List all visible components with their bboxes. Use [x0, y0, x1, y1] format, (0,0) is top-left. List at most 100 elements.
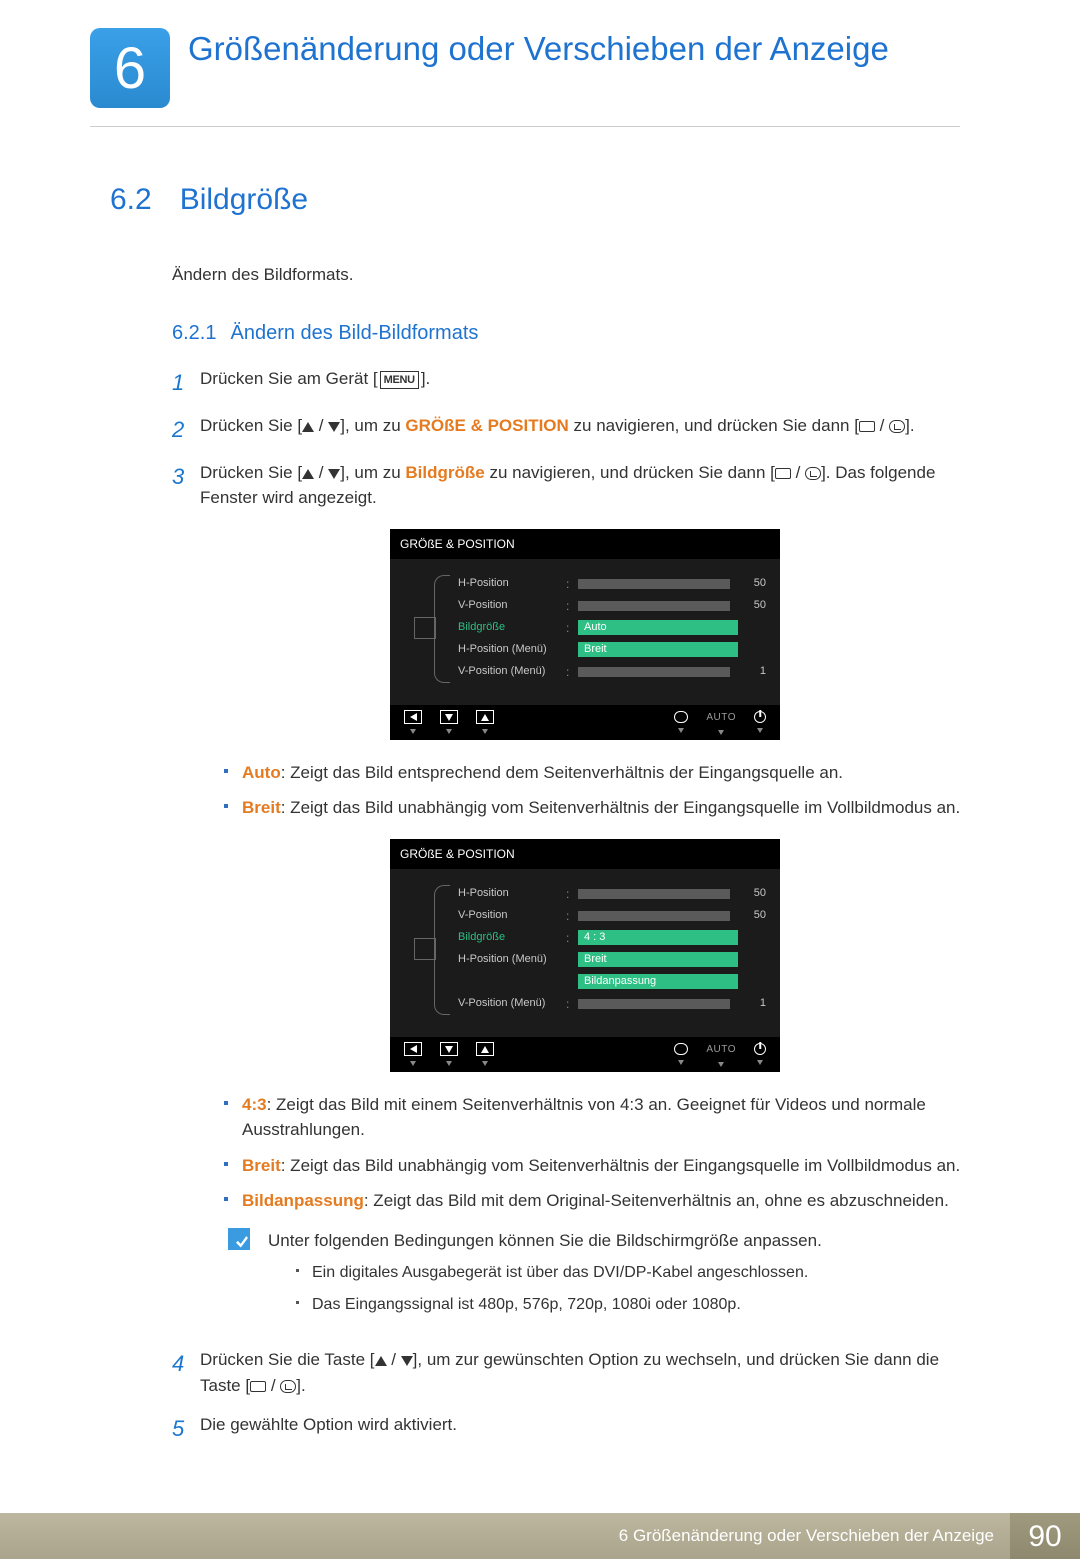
step-1: 1 Drücken Sie am Gerät [MENU].	[172, 366, 970, 399]
option-auto: Auto: Zeigt das Bild entsprechend dem Se…	[220, 760, 970, 786]
step-text: ], um zu	[340, 416, 405, 435]
step-text: ].	[296, 1376, 305, 1395]
osd-row-bildgroesse: Bildgröße: 4 : 3	[446, 927, 766, 949]
osd-up-icon	[476, 1042, 494, 1056]
arrow-up-icon	[302, 469, 314, 479]
osd-down-icon	[440, 710, 458, 724]
section-title: Bildgröße	[180, 177, 308, 222]
step-text: Drücken Sie am Gerät [	[200, 369, 378, 388]
osd-slider	[578, 579, 730, 589]
arrow-down-icon	[401, 1356, 413, 1366]
osd-option-selected: 4 : 3	[578, 930, 738, 945]
osd-row-hposition-menu: H-Position (Menü) Breit	[446, 639, 766, 661]
enter-icon	[889, 420, 905, 433]
step-text: Drücken Sie [	[200, 463, 302, 482]
step-number: 3	[172, 460, 200, 493]
subsection-heading: 6.2.1 Ändern des Bild-Bildformats	[172, 318, 970, 348]
enter-icon	[280, 1380, 296, 1393]
section-heading: 6.2 Bildgröße	[110, 177, 970, 222]
chapter-header: 6 Größenänderung oder Verschieben der An…	[0, 0, 1080, 108]
osd-option: Breit	[578, 642, 738, 657]
osd-option: Bildanpassung	[578, 974, 738, 989]
osd-row-vposition: V-Position: 50	[446, 905, 766, 927]
osd-back-icon	[404, 710, 422, 724]
arrow-up-icon	[375, 1356, 387, 1366]
note-item: Ein digitales Ausgabegerät ist über das …	[292, 1261, 822, 1285]
osd-bracket	[434, 575, 450, 683]
osd-footer: AUTO	[390, 705, 780, 740]
osd-panel-1: GRÖßE & POSITION H-Position: 50	[390, 529, 780, 740]
osd-label: V-Position (Menü)	[446, 995, 566, 1012]
osd-auto-label: AUTO	[706, 1042, 736, 1057]
osd-slider	[578, 911, 730, 921]
menu-icon: MENU	[380, 371, 419, 390]
osd-label: H-Position (Menü)	[446, 641, 566, 658]
osd-label: V-Position	[446, 597, 566, 614]
chapter-title: Größenänderung oder Verschieben der Anze…	[188, 28, 889, 69]
osd-row-hposition: H-Position: 50	[446, 883, 766, 905]
step-5: 5 Die gewählte Option wird aktiviert.	[172, 1412, 970, 1445]
osd-panel-2: GRÖßE & POSITION H-Position: 50	[390, 839, 780, 1072]
arrow-down-icon	[328, 469, 340, 479]
osd-title: GRÖßE & POSITION	[390, 529, 780, 559]
step-number: 1	[172, 366, 200, 399]
osd-enter-icon	[674, 1043, 688, 1055]
osd-row-opt3: Bildanpassung	[446, 971, 766, 993]
page-footer: 6 Größenänderung oder Verschieben der An…	[0, 1513, 1080, 1559]
osd-label: H-Position (Menü)	[446, 951, 566, 968]
option-text: : Zeigt das Bild unabhängig vom Seitenve…	[281, 798, 960, 817]
osd-value: 50	[738, 575, 766, 592]
section-intro: Ändern des Bildformats.	[172, 262, 970, 288]
step-number: 2	[172, 413, 200, 446]
osd-label: H-Position	[446, 575, 566, 592]
source-icon	[859, 421, 875, 432]
osd-value: 50	[738, 885, 766, 902]
osd-auto-label: AUTO	[706, 710, 736, 725]
keyword: GRÖßE & POSITION	[405, 416, 568, 435]
step-text: ].	[421, 369, 430, 388]
step-3: 3 Drücken Sie [ / ], um zu Bildgröße zu …	[172, 460, 970, 1334]
osd-row-vposition: V-Position: 50	[446, 595, 766, 617]
osd-slider	[578, 667, 730, 677]
osd-row-vposition-menu: V-Position (Menü): 1	[446, 661, 766, 683]
arrow-down-icon	[328, 422, 340, 432]
option-term: Bildanpassung	[242, 1191, 364, 1210]
arrow-up-icon	[302, 422, 314, 432]
osd-value: 1	[738, 663, 766, 680]
note-item: Das Eingangssignal ist 480p, 576p, 720p,…	[292, 1293, 822, 1317]
option-term: Breit	[242, 798, 281, 817]
source-icon	[775, 468, 791, 479]
osd-bracket	[434, 885, 450, 1015]
footer-text: 6 Größenänderung oder Verschieben der An…	[619, 1523, 994, 1549]
osd-label: V-Position (Menü)	[446, 663, 566, 680]
option-breit: Breit: Zeigt das Bild unabhängig vom Sei…	[220, 1153, 970, 1179]
osd-option-selected: Auto	[578, 620, 738, 635]
step-number: 5	[172, 1412, 200, 1445]
osd-value: 50	[738, 597, 766, 614]
osd-label: V-Position	[446, 907, 566, 924]
osd-up-icon	[476, 710, 494, 724]
option-breit: Breit: Zeigt das Bild unabhängig vom Sei…	[220, 795, 970, 821]
step-4: 4 Drücken Sie die Taste [ / ], um zur ge…	[172, 1347, 970, 1398]
step-text: Drücken Sie die Taste [	[200, 1350, 375, 1369]
option-term: Auto	[242, 763, 281, 782]
option-text: : Zeigt das Bild entsprechend dem Seiten…	[281, 763, 843, 782]
step-text: ].	[905, 416, 914, 435]
step-text: Die gewählte Option wird aktiviert.	[200, 1412, 970, 1438]
option-term: Breit	[242, 1156, 281, 1175]
osd-label: Bildgröße	[446, 929, 566, 946]
osd-row-hposition: H-Position: 50	[446, 573, 766, 595]
keyword: Bildgröße	[405, 463, 484, 482]
osd-label: Bildgröße	[446, 619, 566, 636]
osd-category-icon	[414, 617, 436, 639]
step-text: Drücken Sie [	[200, 416, 302, 435]
chapter-number-badge: 6	[90, 28, 170, 108]
osd-enter-icon	[674, 711, 688, 723]
source-icon	[250, 1381, 266, 1392]
note-block: Unter folgenden Bedingungen können Sie d…	[228, 1228, 970, 1326]
enter-icon	[805, 467, 821, 480]
osd-footer: AUTO	[390, 1037, 780, 1072]
note-icon	[228, 1228, 250, 1250]
osd-row-bildgroesse: Bildgröße: Auto	[446, 617, 766, 639]
osd-label: H-Position	[446, 885, 566, 902]
